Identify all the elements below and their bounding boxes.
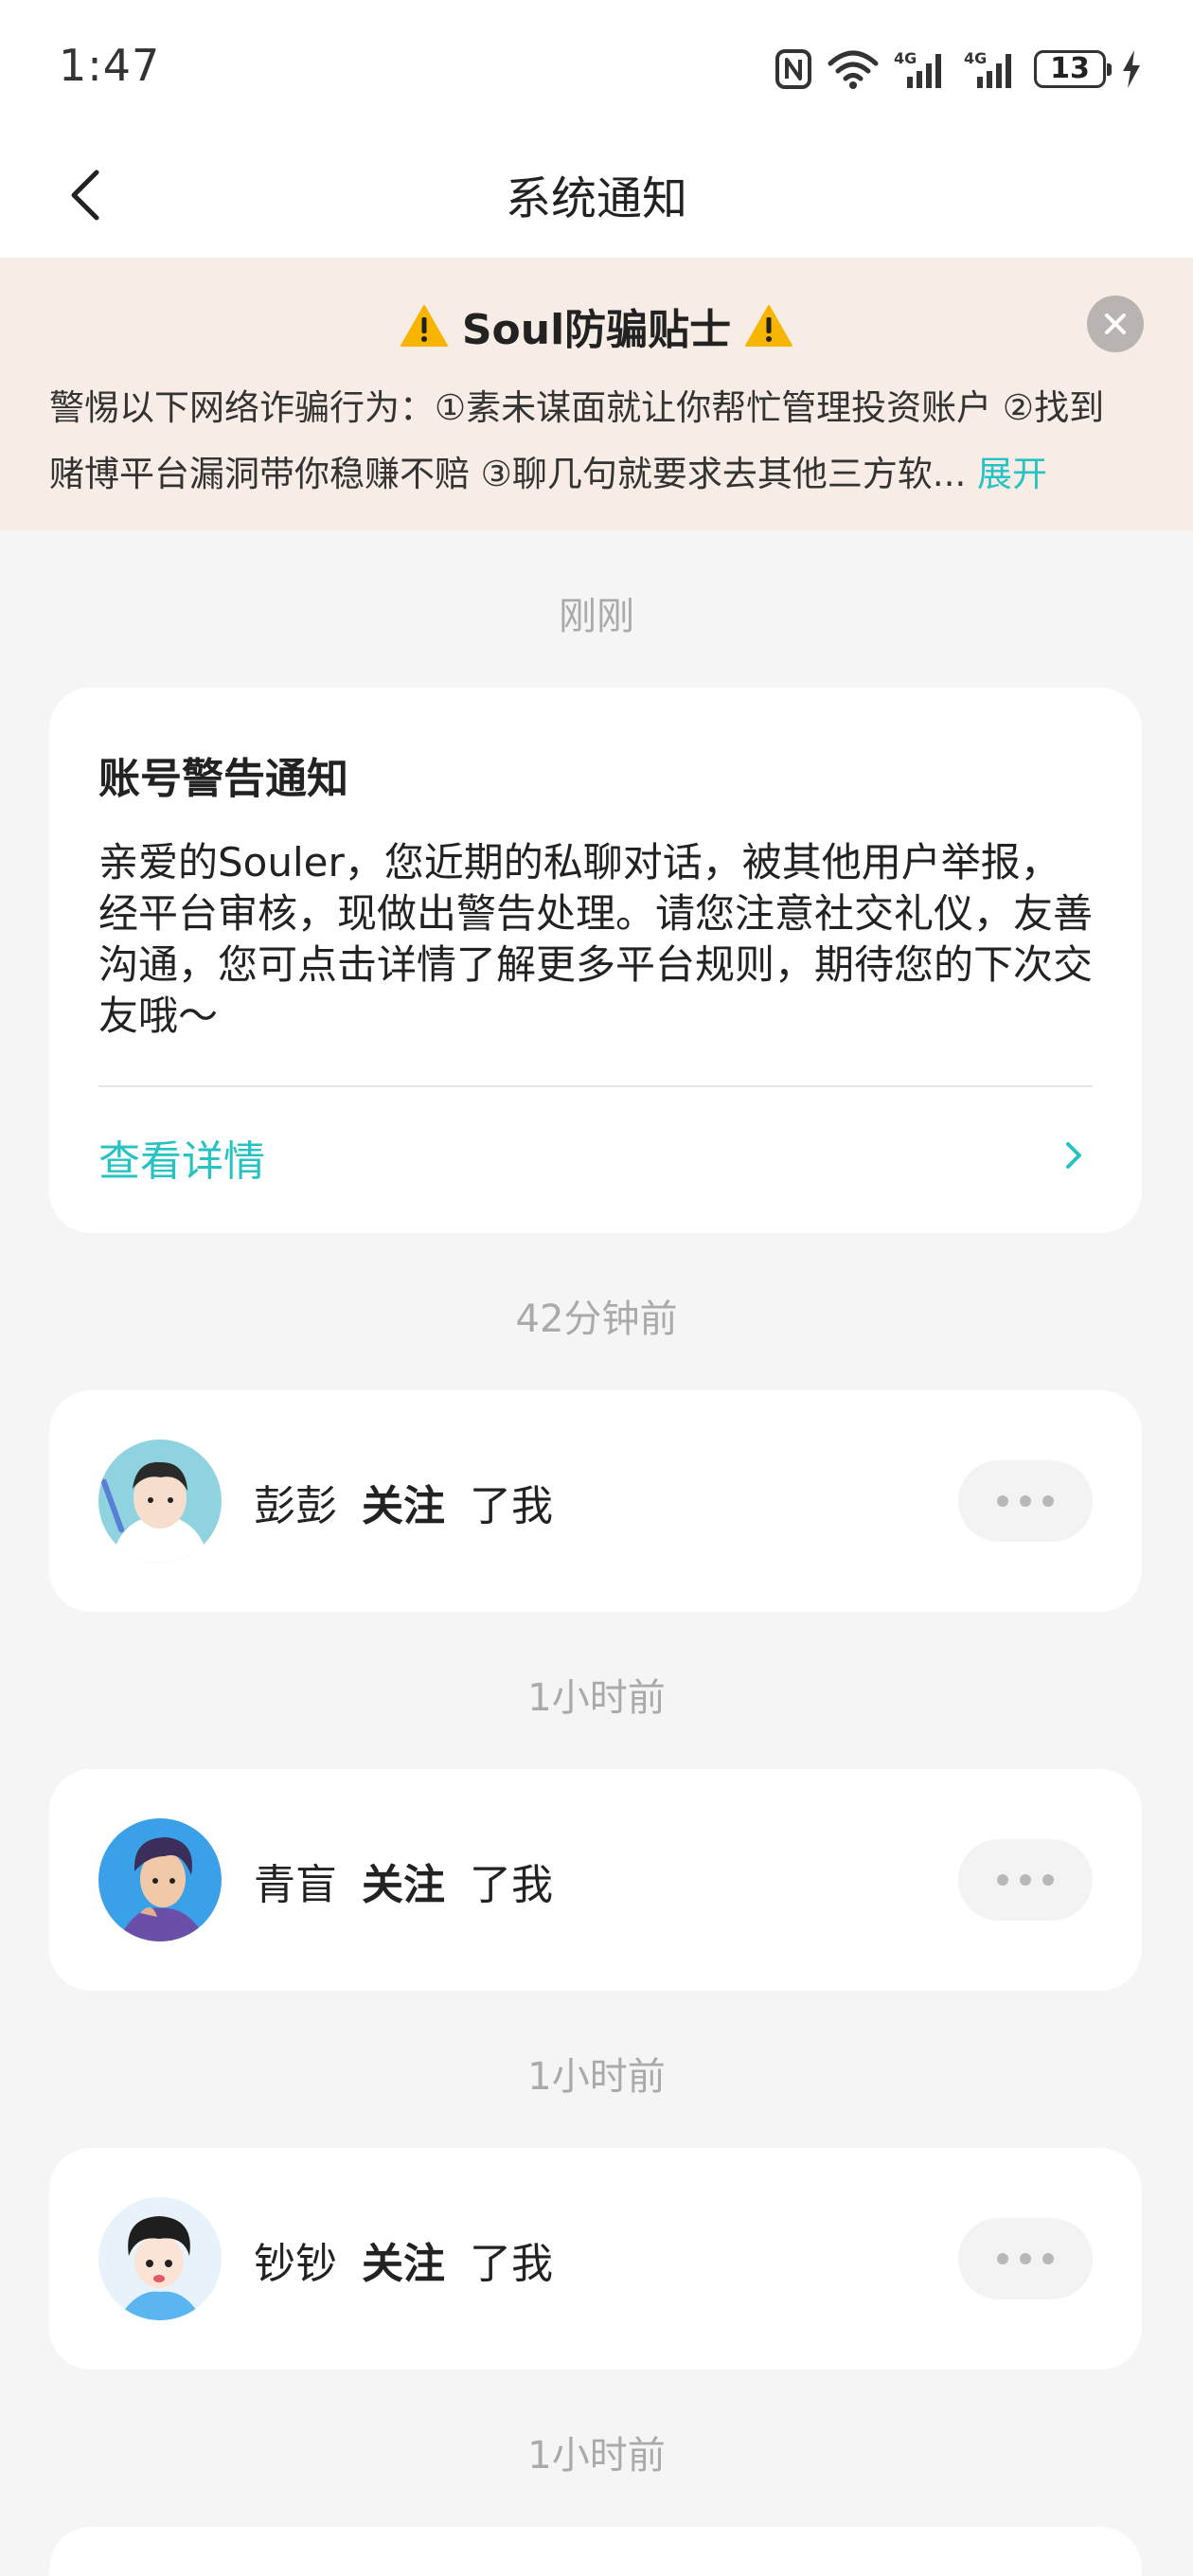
avatar-image <box>98 2197 222 2320</box>
more-icon <box>997 1495 1054 1507</box>
card-title: 账号警告通知 <box>98 755 348 803</box>
svg-text:4G: 4G <box>894 49 917 67</box>
avatar-image <box>98 1818 222 1941</box>
follow-text: 青盲 关注 了我 <box>254 1851 553 1911</box>
banner-text-block: 警惕以下网络诈骗行为：①素未谋面就让你帮忙管理投资账户 ②找到赌博平台漏洞带你稳… <box>49 375 1129 508</box>
nfc-icon <box>775 49 811 89</box>
avatar[interactable] <box>98 1440 222 1563</box>
follow-notification-card[interactable]: 钞钞 关注 了我 <box>49 2148 1142 2370</box>
timestamp-label: 1小时前 <box>527 2434 666 2478</box>
status-icons: 4G 4G 13 <box>775 45 1142 93</box>
wifi-icon <box>828 50 879 89</box>
follow-suffix: 了我 <box>470 1861 553 1909</box>
signal-4g-icon: 4G <box>964 49 1011 88</box>
status-bar: 1:47 4G 4G 13 <box>0 0 1193 133</box>
svg-text:4G: 4G <box>964 49 987 67</box>
anti-fraud-banner: Soul防骗贴士 警惕以下网络诈骗行为：①素未谋面就让你帮忙管理投资账户 ②找到… <box>0 258 1193 530</box>
timestamp-label: 1小时前 <box>527 1676 666 1720</box>
more-options-button[interactable] <box>958 1839 1093 1921</box>
page-title: 系统通知 <box>505 172 687 225</box>
account-warning-card: 账号警告通知 亲爱的Souler，您近期的私聊对话，被其他用户举报，经平台审核，… <box>49 688 1142 1233</box>
battery-icon: 13 <box>1034 50 1112 88</box>
follow-action: 关注 <box>362 1861 445 1909</box>
status-time: 1:47 <box>59 40 161 91</box>
banner-text: 警惕以下网络诈骗行为：①素未谋面就让你帮忙管理投资账户 ②找到赌博平台漏洞带你稳… <box>49 387 1105 494</box>
follow-notification-card[interactable]: 青盲 关注 了我 <box>49 1769 1142 1991</box>
follow-action: 关注 <box>362 2240 445 2288</box>
banner-title-row: Soul防骗贴士 <box>0 295 1193 356</box>
user-name[interactable]: 彭彭 <box>254 1472 337 1532</box>
divider <box>98 1085 1093 1087</box>
user-name[interactable]: 青盲 <box>254 1851 337 1911</box>
timestamp-label: 42分钟前 <box>515 1297 678 1341</box>
view-details-link[interactable]: 查看详情 <box>98 1127 265 1188</box>
avatar[interactable] <box>98 1818 222 1941</box>
avatar-image <box>98 1440 222 1563</box>
charging-icon <box>1123 50 1140 88</box>
banner-title: Soul防骗贴士 <box>461 306 732 354</box>
card-body: 亲爱的Souler，您近期的私聊对话，被其他用户举报，经平台审核，现做出警告处理… <box>98 839 1094 1039</box>
close-icon <box>1105 313 1126 334</box>
more-icon <box>997 2253 1054 2264</box>
timestamp-label: 1小时前 <box>527 2055 666 2099</box>
warning-icon <box>745 305 793 347</box>
more-options-button[interactable] <box>958 1460 1093 1542</box>
banner-close-button[interactable] <box>1087 295 1144 352</box>
banner-expand-link[interactable]: 展开 <box>977 454 1047 494</box>
more-icon <box>997 1874 1054 1886</box>
signal-4g-icon: 4G <box>894 49 941 88</box>
nav-bar: 系统通知 <box>0 133 1193 258</box>
follow-text: 彭彭 关注 了我 <box>254 1472 553 1532</box>
follow-notification-card[interactable] <box>49 2527 1142 2576</box>
warning-icon <box>400 305 448 347</box>
more-options-button[interactable] <box>958 2218 1093 2299</box>
timestamp-label: 刚刚 <box>559 595 634 638</box>
follow-notification-card[interactable]: 彭彭 关注 了我 <box>49 1390 1142 1612</box>
follow-text: 钞钞 关注 了我 <box>254 2229 553 2290</box>
follow-suffix: 了我 <box>470 2240 553 2288</box>
chevron-right-icon[interactable] <box>1055 1136 1093 1174</box>
avatar[interactable] <box>98 2197 222 2320</box>
follow-suffix: 了我 <box>470 1482 553 1530</box>
follow-action: 关注 <box>362 1482 445 1530</box>
user-name[interactable]: 钞钞 <box>254 2229 337 2290</box>
